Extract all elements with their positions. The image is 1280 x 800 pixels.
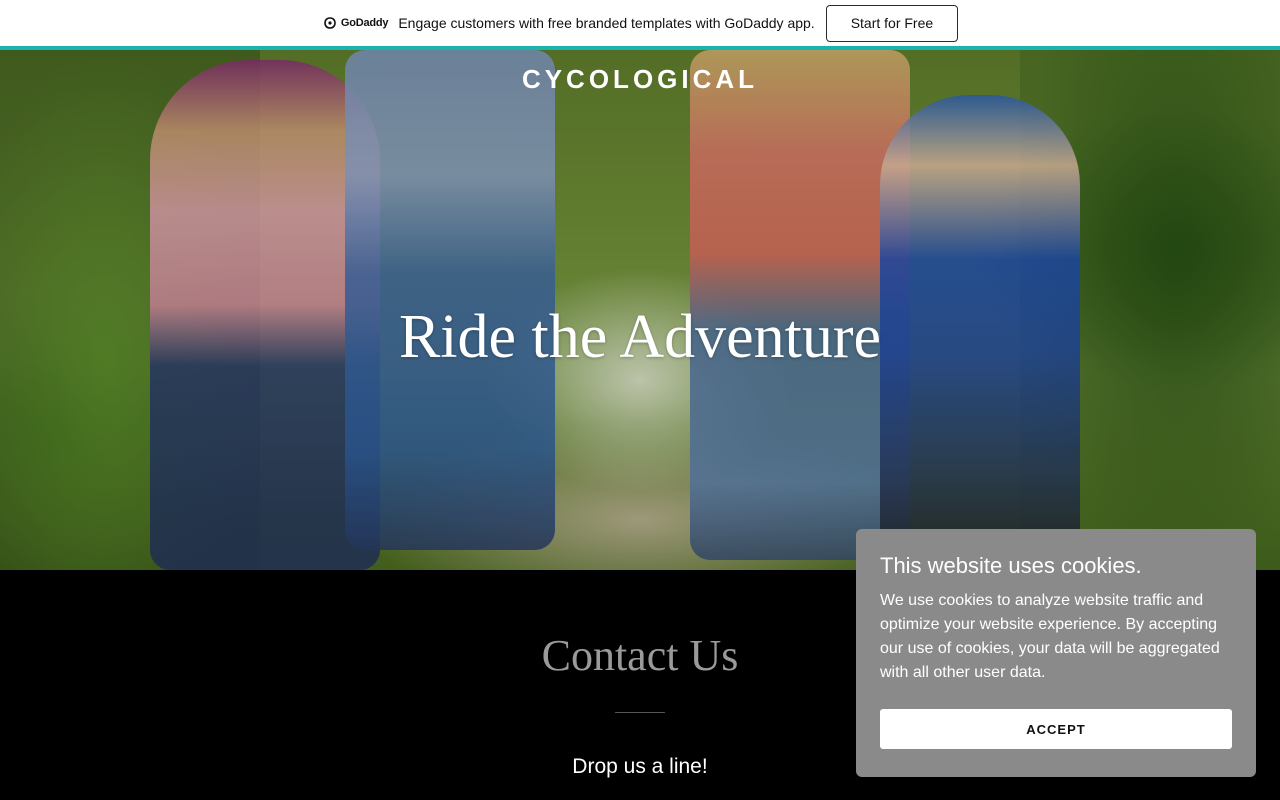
cookie-body: We use cookies to analyze website traffi… — [880, 592, 1220, 681]
cookie-banner: This website uses cookies. We use cookie… — [856, 529, 1256, 777]
cookie-title: This website uses cookies. — [880, 553, 1142, 578]
start-for-free-button[interactable]: Start for Free — [825, 4, 959, 42]
promo-bar: GoDaddy Engage customers with free brand… — [0, 0, 1280, 50]
godaddy-logo[interactable]: GoDaddy — [322, 16, 389, 30]
contact-divider — [615, 712, 665, 713]
godaddy-logo-icon — [324, 17, 336, 29]
godaddy-logo-text: GoDaddy — [340, 17, 389, 29]
promo-message: Engage customers with free branded templ… — [398, 15, 815, 31]
accept-cookies-button[interactable]: ACCEPT — [880, 709, 1232, 749]
hero-heading: Ride the Adventure — [398, 303, 882, 371]
hero-section: CYCOLOGICAL Ride the Adventure — [0, 50, 1280, 570]
site-brand[interactable]: CYCOLOGICAL — [0, 64, 1280, 95]
